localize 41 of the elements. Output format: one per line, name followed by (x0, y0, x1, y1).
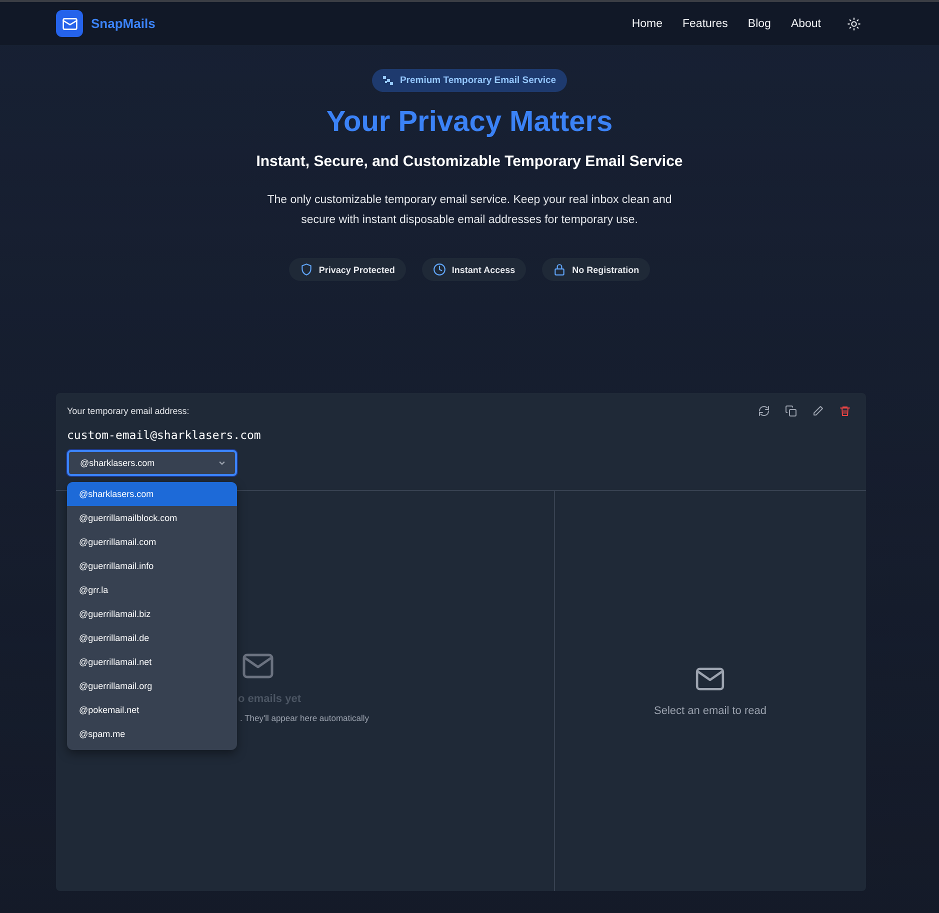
lock-icon (553, 263, 566, 276)
clock-icon (432, 263, 446, 276)
shield-icon (300, 263, 313, 276)
envelope-icon (695, 667, 726, 691)
sparkle-icon (382, 76, 393, 86)
domain-option[interactable]: @guerrillamail.de (67, 626, 237, 650)
badge-text: Premium Temporary Email Service (400, 75, 556, 86)
domain-option[interactable]: @guerrillamail.net (67, 650, 237, 674)
feature-label: Privacy Protected (318, 264, 395, 274)
brand-name[interactable]: SnapMails (91, 16, 156, 31)
domain-option[interactable]: @pokemail.net (67, 698, 237, 722)
nav-link[interactable]: Home (632, 18, 663, 30)
hero-subtitle: Instant, Secure, and Customizable Temporary Email Service (256, 153, 683, 170)
refresh-icon[interactable] (758, 405, 770, 417)
domain-option[interactable]: @guerrillamail.com (67, 530, 237, 554)
nav-link[interactable]: About (790, 18, 821, 30)
sun-icon[interactable] (847, 16, 861, 30)
chevron-down-icon (218, 459, 226, 467)
empty-reader-text: Select an email to read (654, 705, 766, 717)
envelope-icon (242, 653, 274, 679)
nav-link[interactable]: Blog (748, 18, 771, 30)
copy-icon[interactable] (785, 405, 797, 417)
domain-option[interactable]: @guerrillamail.info (67, 554, 237, 578)
trash-icon[interactable] (839, 405, 851, 417)
address-label: Your temporary email address: (67, 406, 190, 416)
empty-inbox-hint: . They'll appear here automatically (240, 713, 370, 723)
feature-label: Instant Access (452, 264, 516, 274)
email-address: custom-email@sharklasers.com (67, 428, 262, 442)
domain-option[interactable]: @spam.me (67, 722, 237, 746)
domain-option[interactable]: @guerrillamail.biz (67, 602, 237, 626)
hero-description: The only customizable temporary email service. Keep your real inbox clean and secure with instant disposable email addresses for temporary use. (266, 193, 673, 228)
hero-title: Your Privacy Matters (326, 106, 613, 139)
nav-link[interactable]: Features (682, 18, 728, 30)
domain-select[interactable]: @sharklasers.com (67, 450, 237, 476)
domain-option[interactable]: @sharklasers.com (67, 482, 237, 506)
domain-option[interactable]: @grr.la (67, 578, 237, 602)
envelope-logo-icon (56, 10, 83, 37)
domain-option[interactable]: @guerrillamail.org (67, 674, 237, 698)
domain-option[interactable]: @guerrillamailblock.com (67, 506, 237, 530)
pencil-icon[interactable] (812, 405, 824, 417)
feature-label: No Registration (572, 264, 640, 274)
